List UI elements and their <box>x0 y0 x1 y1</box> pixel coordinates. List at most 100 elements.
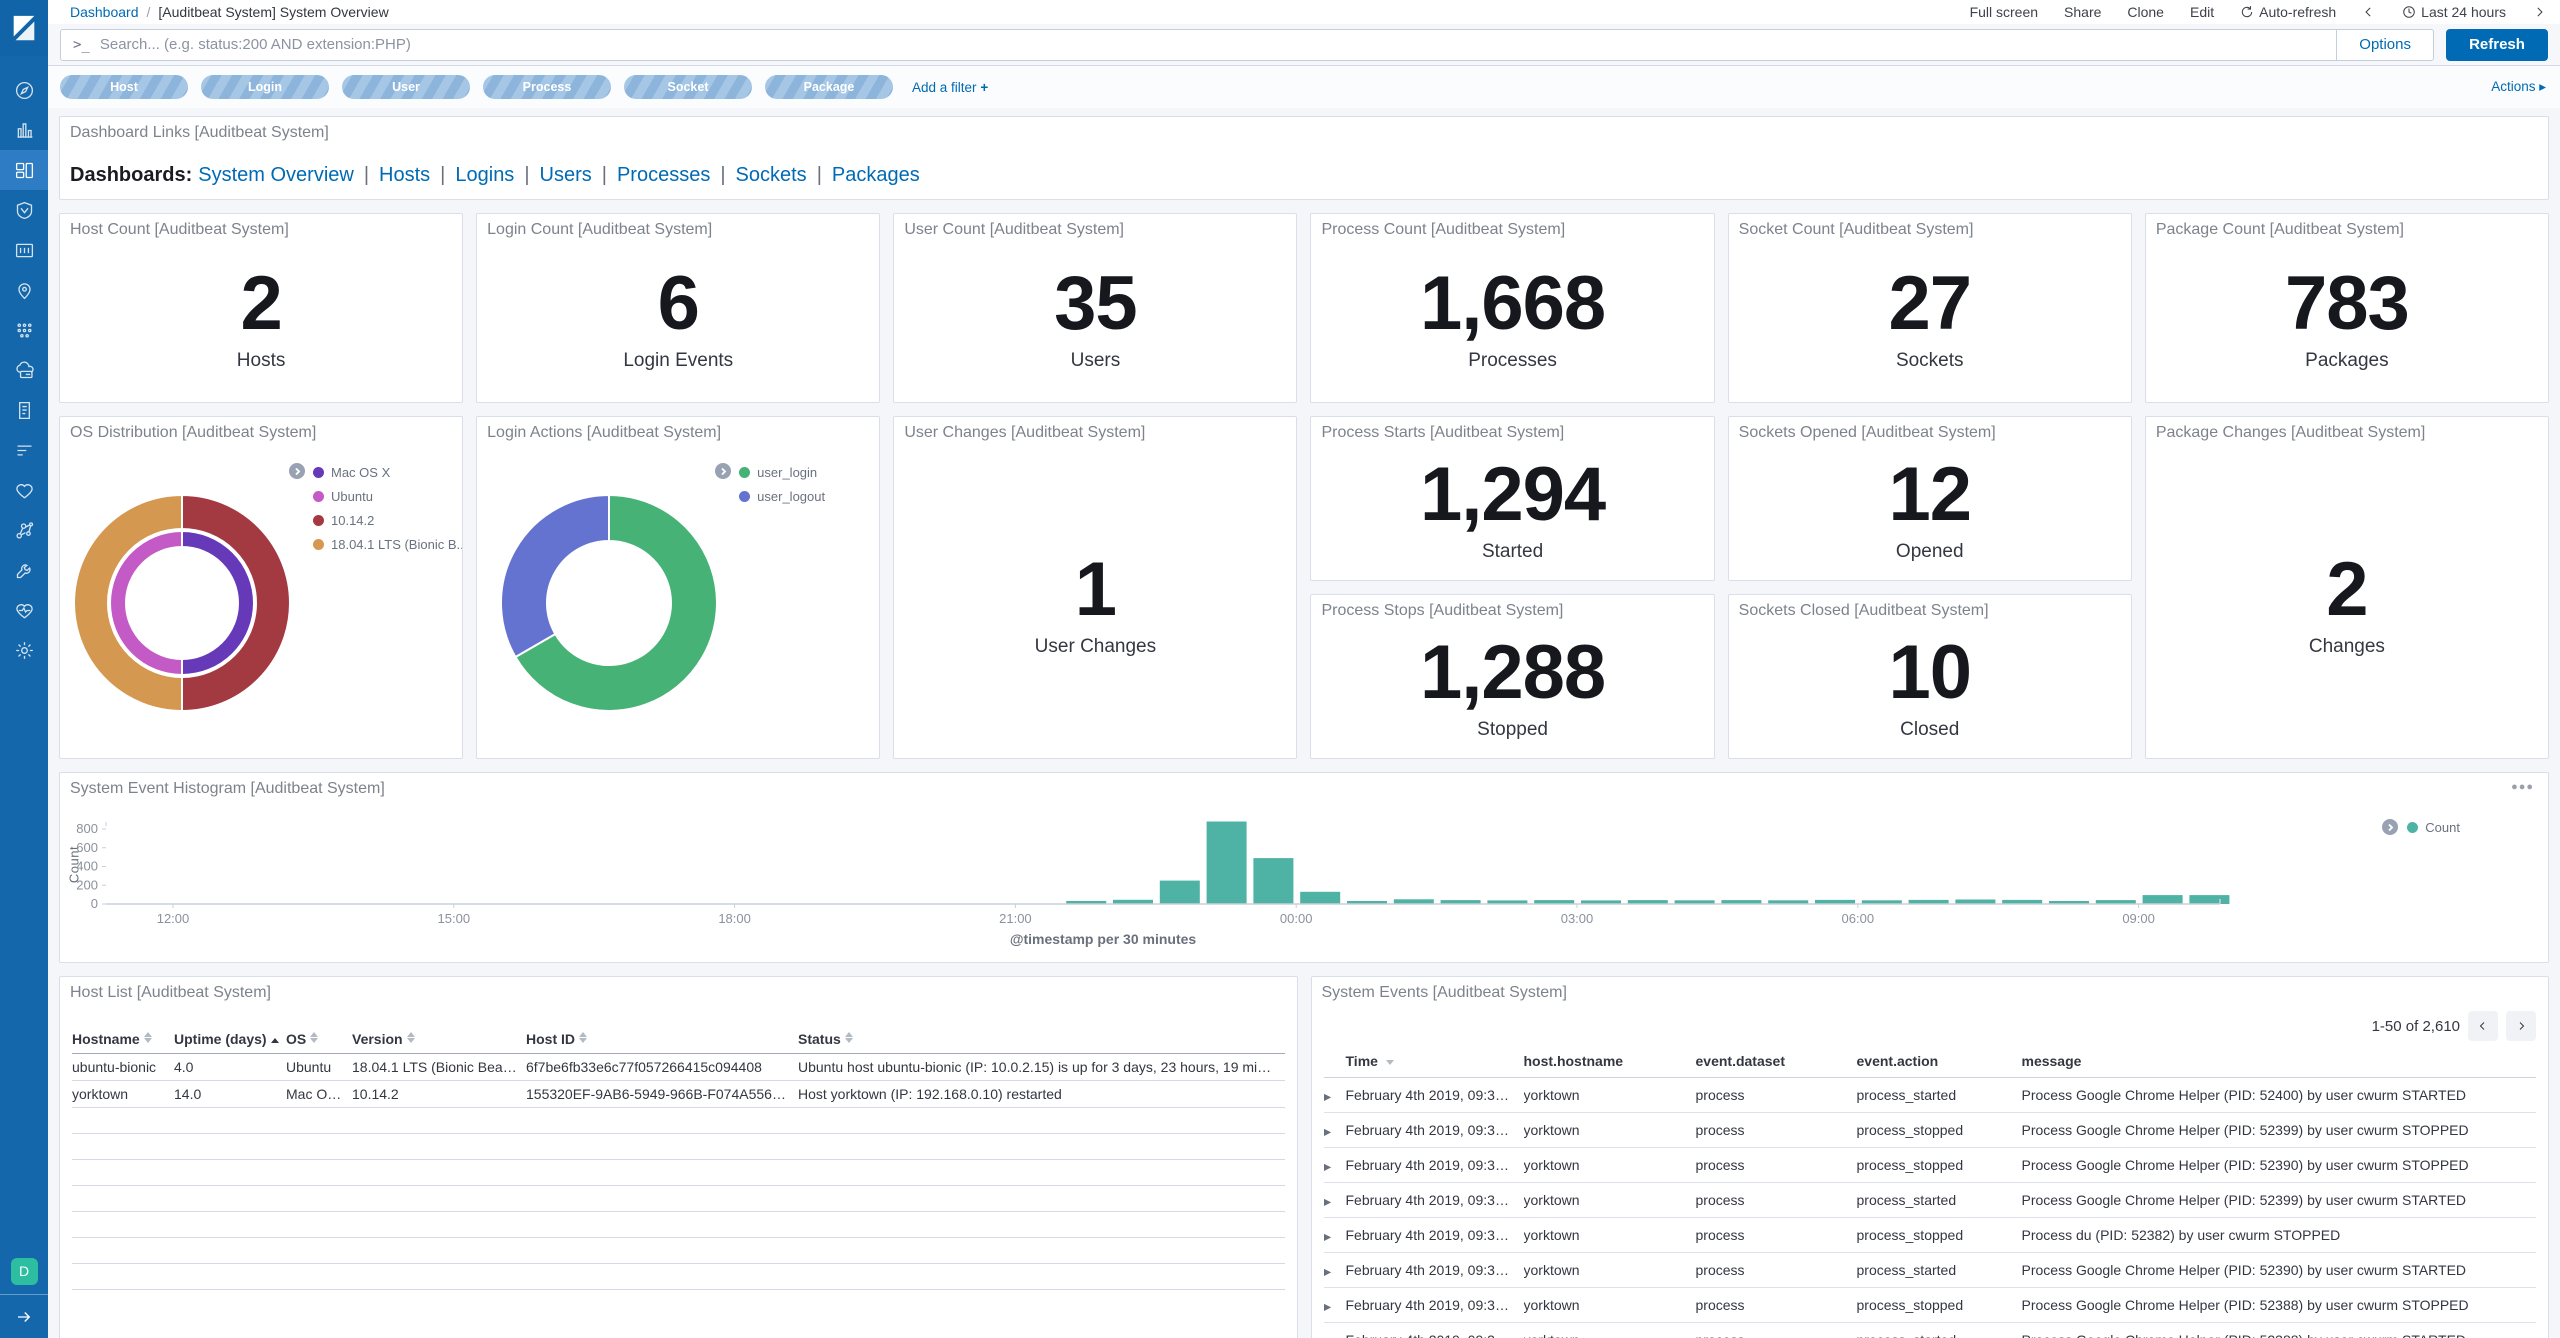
time-back-button[interactable] <box>2362 5 2376 19</box>
edit-button[interactable]: Edit <box>2190 4 2214 20</box>
sidebar-item-visualize[interactable] <box>0 110 48 150</box>
sidebar-item-uptime[interactable] <box>0 470 48 510</box>
legend-item-10-14-2[interactable]: 10.14.2 <box>313 513 463 528</box>
column-header-status[interactable]: Status <box>798 1027 1285 1054</box>
breadcrumb-root[interactable]: Dashboard <box>70 4 139 20</box>
panel-title: System Event Histogram [Auditbeat System… <box>70 780 2538 798</box>
metric-label: User Changes <box>1035 636 1156 658</box>
donut-slice-10-14-2[interactable] <box>182 495 290 711</box>
svg-text:00:00: 00:00 <box>1280 911 1313 926</box>
donut-slice-user-logout[interactable] <box>501 495 609 657</box>
dashboard-link-users[interactable]: Users <box>540 164 592 186</box>
options-button[interactable]: Options <box>2336 30 2433 60</box>
filter-pill-login[interactable]: Login <box>201 75 329 99</box>
empty-table-row <box>72 1134 1285 1160</box>
filter-pill-socket[interactable]: Socket <box>624 75 752 99</box>
event-cell: process_stopped <box>1857 1113 2022 1148</box>
column-header-time[interactable]: Time <box>1346 1049 1524 1078</box>
column-header-event-action[interactable]: event.action <box>1857 1049 2022 1078</box>
clone-button[interactable]: Clone <box>2127 4 2164 20</box>
prev-page-button[interactable] <box>2468 1011 2498 1041</box>
kibana-logo-icon[interactable] <box>0 0 48 56</box>
donut-slice-18-04-1-lts-bionic-b-[interactable] <box>74 495 182 711</box>
space-switcher[interactable]: D <box>0 1248 48 1294</box>
event-cell: Process Google Chrome Helper (PID: 52390… <box>2022 1253 2537 1288</box>
sidebar-item-canvas[interactable] <box>0 230 48 270</box>
sidebar-item-apm[interactable] <box>0 430 48 470</box>
histogram-bar-23:00[interactable] <box>1207 822 1247 905</box>
refresh-button[interactable]: Refresh <box>2446 29 2548 61</box>
share-button[interactable]: Share <box>2064 4 2101 20</box>
metric-value: 10 <box>1888 635 1971 711</box>
column-header-hostname[interactable]: Hostname <box>72 1027 174 1054</box>
legend-item-user-logout[interactable]: user_logout <box>739 489 825 504</box>
legend-expand-icon[interactable] <box>289 463 305 479</box>
sidebar-item-graph[interactable] <box>0 510 48 550</box>
legend-item-user-login[interactable]: user_login <box>739 465 825 480</box>
sidebar-item-machine-learning[interactable] <box>0 310 48 350</box>
legend-item-ubuntu[interactable]: Ubuntu <box>313 489 463 504</box>
time-forward-button[interactable] <box>2532 5 2546 19</box>
histogram-bar-23:30[interactable] <box>1253 858 1293 904</box>
next-page-button[interactable] <box>2506 1011 2536 1041</box>
expand-row-icon[interactable]: ▶ <box>1324 1302 1332 1313</box>
sidebar-collapse-button[interactable] <box>0 1294 48 1338</box>
panel-title: Process Stops [Auditbeat System] <box>1321 602 1703 620</box>
sidebar-item-infrastructure[interactable] <box>0 350 48 390</box>
event-cell: yorktown <box>1524 1218 1696 1253</box>
filter-pill-package[interactable]: Package <box>765 75 893 99</box>
sidebar-item-maps[interactable] <box>0 270 48 310</box>
time-picker-button[interactable]: Last 24 hours <box>2402 4 2506 20</box>
histogram-bar-09:30[interactable] <box>2189 895 2229 904</box>
expand-row-icon[interactable]: ▶ <box>1324 1092 1332 1103</box>
expand-row-icon[interactable]: ▶ <box>1324 1267 1332 1278</box>
full-screen-button[interactable]: Full screen <box>1970 4 2038 20</box>
table-cell: 6f7be6fb33e6c77f057266415c094408 <box>526 1054 798 1081</box>
dashboard-link-system-overview[interactable]: System Overview <box>198 164 354 186</box>
sidebar-item-discover[interactable] <box>0 70 48 110</box>
dashboard-link-logins[interactable]: Logins <box>455 164 514 186</box>
table-cell: 10.14.2 <box>352 1081 526 1108</box>
histogram-chart[interactable]: 020040060080012:0015:0018:0021:0000:0003… <box>68 809 2528 959</box>
auto-refresh-button[interactable]: Auto-refresh <box>2240 4 2336 20</box>
dashboard-link-sockets[interactable]: Sockets <box>736 164 807 186</box>
actions-menu-button[interactable]: Actions ▸ <box>2491 79 2546 95</box>
event-cell: February 4th 2019, 09:39:51.199 <box>1346 1113 1524 1148</box>
sidebar-item-timelion[interactable] <box>0 190 48 230</box>
legend-item-mac-os-x[interactable]: Mac OS X <box>313 465 463 480</box>
sidebar-item-monitoring[interactable] <box>0 590 48 630</box>
filter-pill-host[interactable]: Host <box>60 75 188 99</box>
event-cell: Process Google Chrome Helper (PID: 52400… <box>2022 1078 2537 1113</box>
graph-icon <box>14 520 35 541</box>
column-header-uptime-days-[interactable]: Uptime (days) <box>174 1027 286 1054</box>
column-header-os[interactable]: OS <box>286 1027 352 1054</box>
os-distribution-donut-chart[interactable] <box>62 483 302 723</box>
search-input[interactable] <box>100 36 2336 53</box>
login-actions-donut-chart[interactable] <box>489 483 729 723</box>
histogram-bar-00:00[interactable] <box>1300 892 1340 904</box>
column-header-message[interactable]: message <box>2022 1049 2537 1078</box>
sidebar-item-dev-tools[interactable] <box>0 550 48 590</box>
dashboard-link-hosts[interactable]: Hosts <box>379 164 430 186</box>
column-header-host-hostname[interactable]: host.hostname <box>1524 1049 1696 1078</box>
legend-item-18-04-1-lts-bionic-b-[interactable]: 18.04.1 LTS (Bionic B... <box>313 537 463 552</box>
histogram-bar-09:00[interactable] <box>2143 895 2183 904</box>
sidebar-item-logs[interactable] <box>0 390 48 430</box>
column-header-host-id[interactable]: Host ID <box>526 1027 798 1054</box>
expand-row-icon[interactable]: ▶ <box>1324 1127 1332 1138</box>
filter-pill-user[interactable]: User <box>342 75 470 99</box>
dashboard-link-processes[interactable]: Processes <box>617 164 710 186</box>
filter-pill-process[interactable]: Process <box>483 75 611 99</box>
dashboard-link-packages[interactable]: Packages <box>832 164 920 186</box>
panel-package-count: Package Count [Auditbeat System] 783 Pac… <box>2145 213 2549 403</box>
column-header-version[interactable]: Version <box>352 1027 526 1054</box>
sidebar-item-dashboard[interactable] <box>0 150 48 190</box>
expand-row-icon[interactable]: ▶ <box>1324 1232 1332 1243</box>
histogram-bar-22:30[interactable] <box>1160 881 1200 904</box>
column-header-event-dataset[interactable]: event.dataset <box>1696 1049 1857 1078</box>
add-filter-button[interactable]: Add a filter + <box>912 80 988 95</box>
expand-row-icon[interactable]: ▶ <box>1324 1162 1332 1173</box>
sidebar-item-management[interactable] <box>0 630 48 670</box>
expand-row-icon[interactable]: ▶ <box>1324 1197 1332 1208</box>
legend-expand-icon[interactable] <box>715 463 731 479</box>
